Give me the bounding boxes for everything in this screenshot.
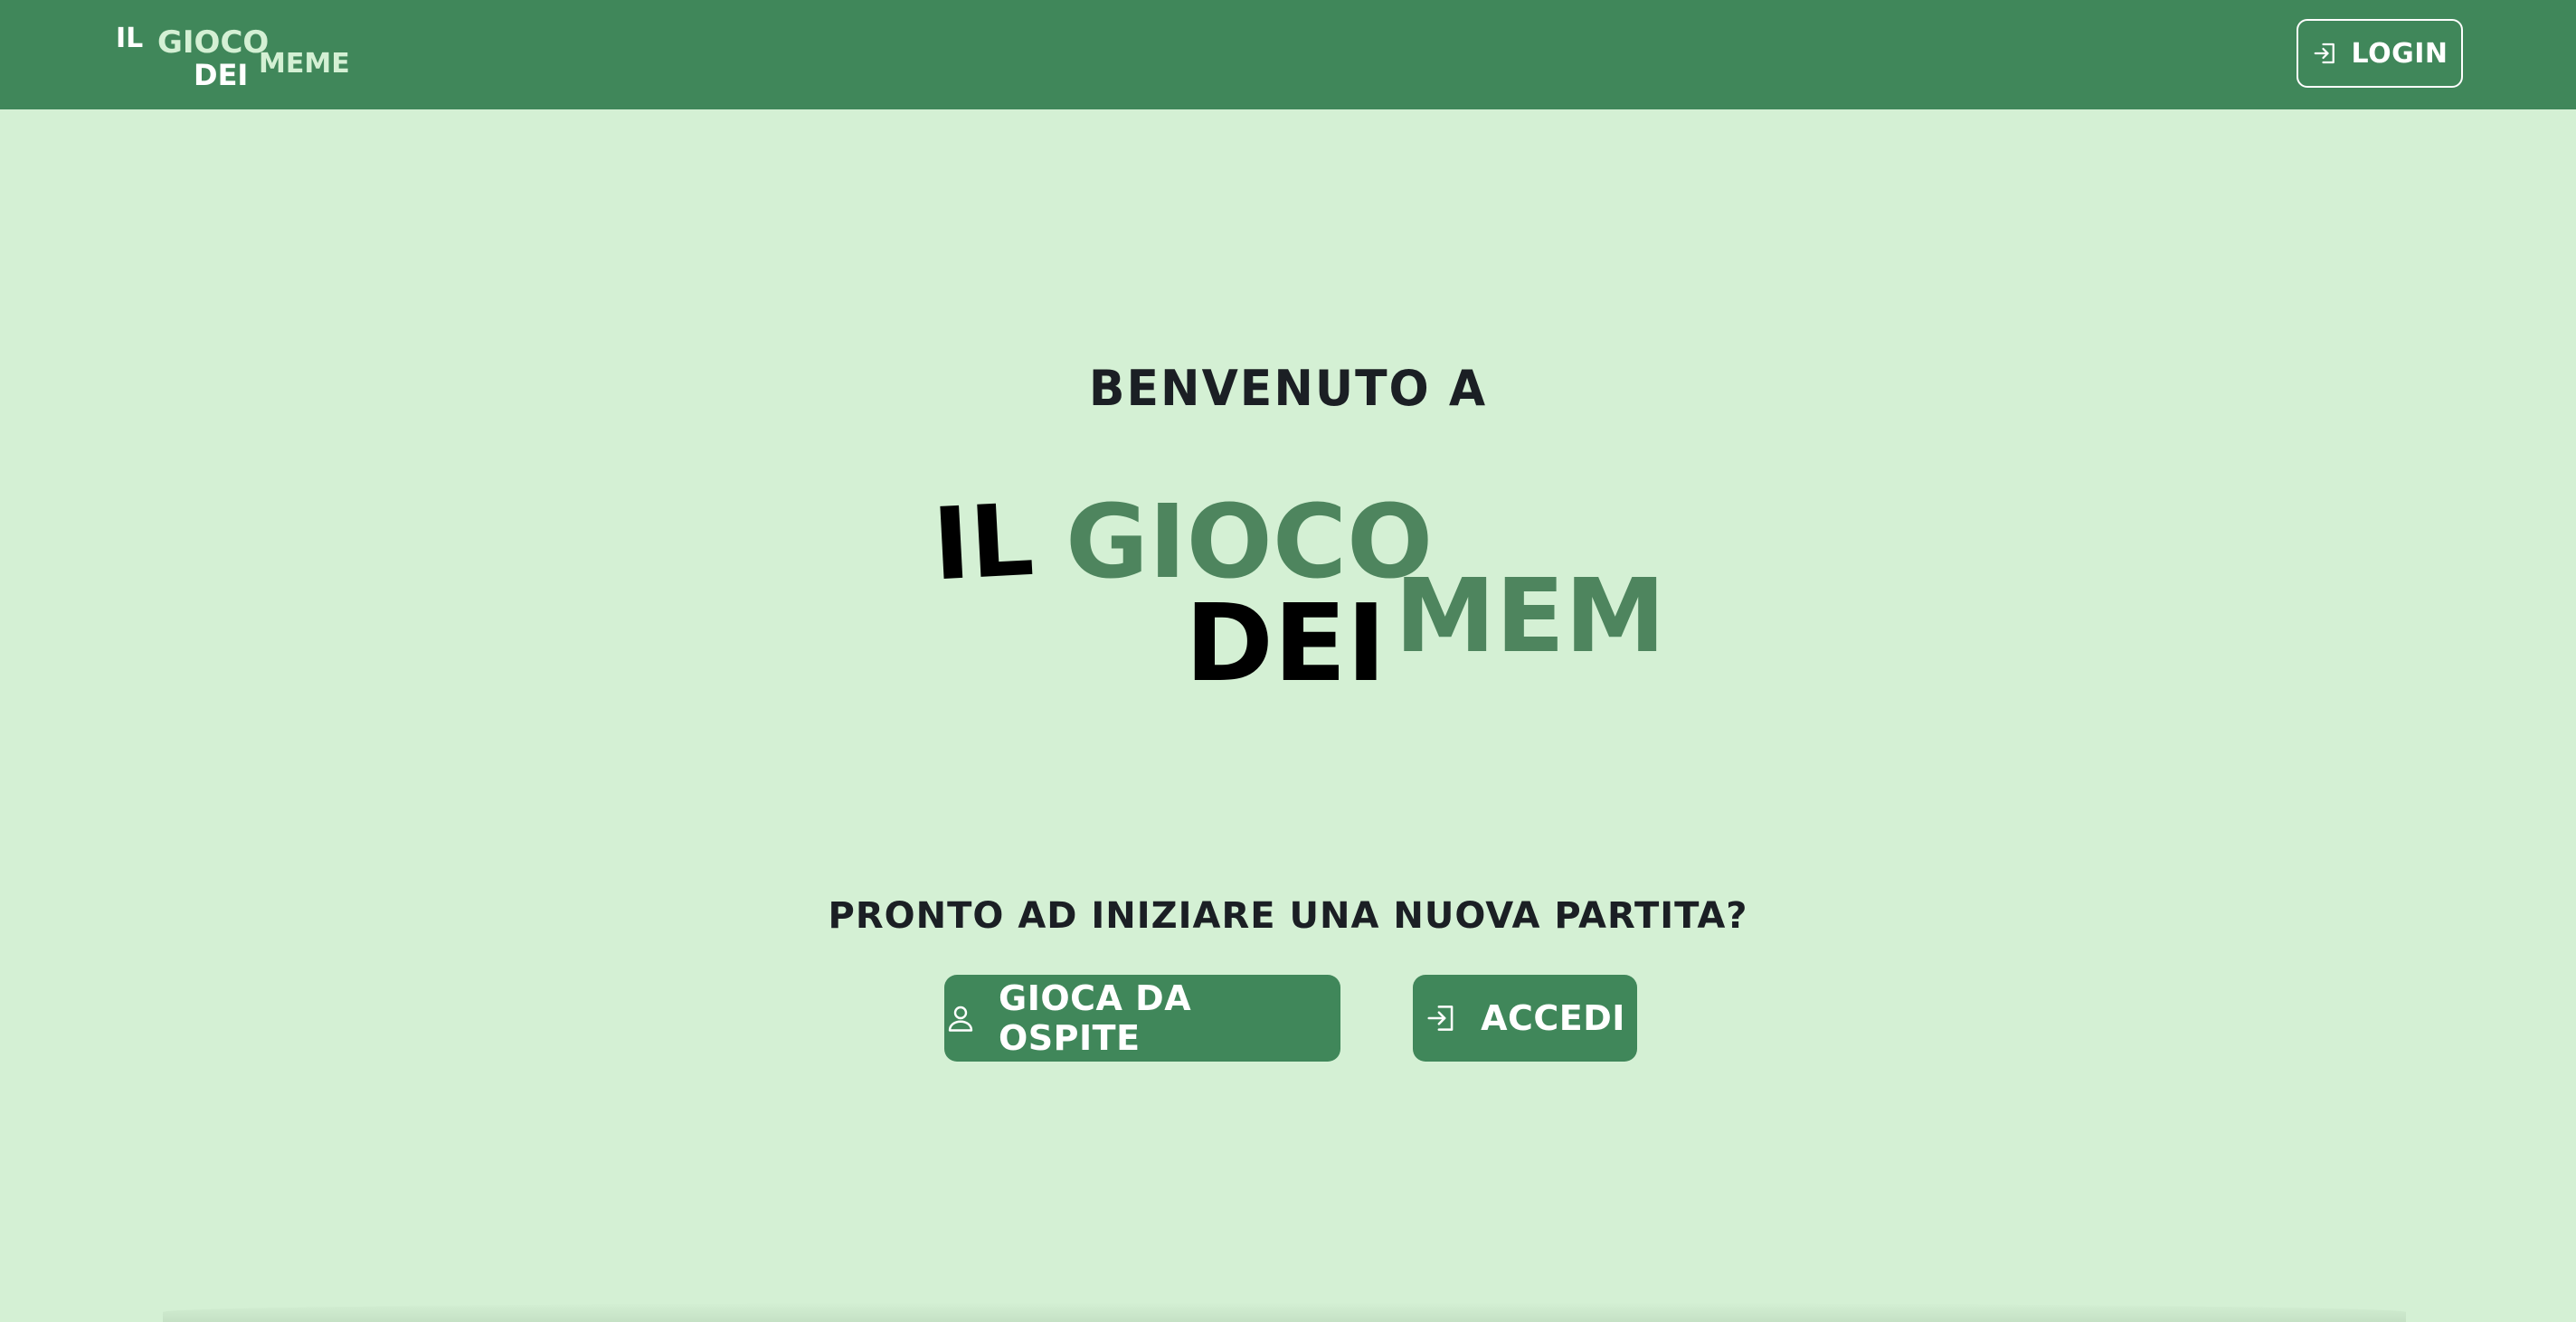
welcome-heading: BENVENUTO A [1088, 360, 1488, 418]
login-button-label: LOGIN [2351, 37, 2448, 70]
footer-shadow [163, 1302, 2406, 1322]
nav-logo-word-il: IL [116, 23, 143, 54]
nav-logo-word-gioco: GIOCO [157, 24, 269, 61]
hero-logo-graphic: IL GIOCO DEI MEME [930, 482, 1735, 705]
accedi-label: ACCEDI [1481, 998, 1625, 1038]
hero-logo-word-dei: DEI [1185, 581, 1386, 705]
nav-logo[interactable]: IL GIOCO DEI MEME [114, 18, 350, 92]
hero-logo-word-meme: MEME [1395, 558, 1673, 675]
new-game-question: PRONTO AD INIZIARE UNA NUOVA PARTITA? [828, 895, 1748, 937]
play-as-guest-button[interactable]: GIOCA DA OSPITE [944, 975, 1340, 1062]
login-button[interactable]: LOGIN [2297, 19, 2463, 88]
user-icon [944, 1002, 977, 1034]
top-navbar: IL GIOCO DEI MEME LOGIN [0, 0, 2576, 109]
nav-logo-word-dei: DEI [194, 58, 248, 90]
hero-logo: IL GIOCO DEI MEME [923, 470, 1735, 705]
nav-logo-word-meme: MEME [259, 48, 349, 80]
nav-logo-graphic: IL GIOCO DEI MEME [116, 23, 350, 92]
accedi-button[interactable]: ACCEDI [1413, 975, 1637, 1062]
play-as-guest-label: GIOCA DA OSPITE [999, 978, 1192, 1058]
login-icon [1425, 1001, 1459, 1035]
hero-logo-word-il: IL [930, 482, 1037, 603]
login-icon [2312, 40, 2339, 67]
